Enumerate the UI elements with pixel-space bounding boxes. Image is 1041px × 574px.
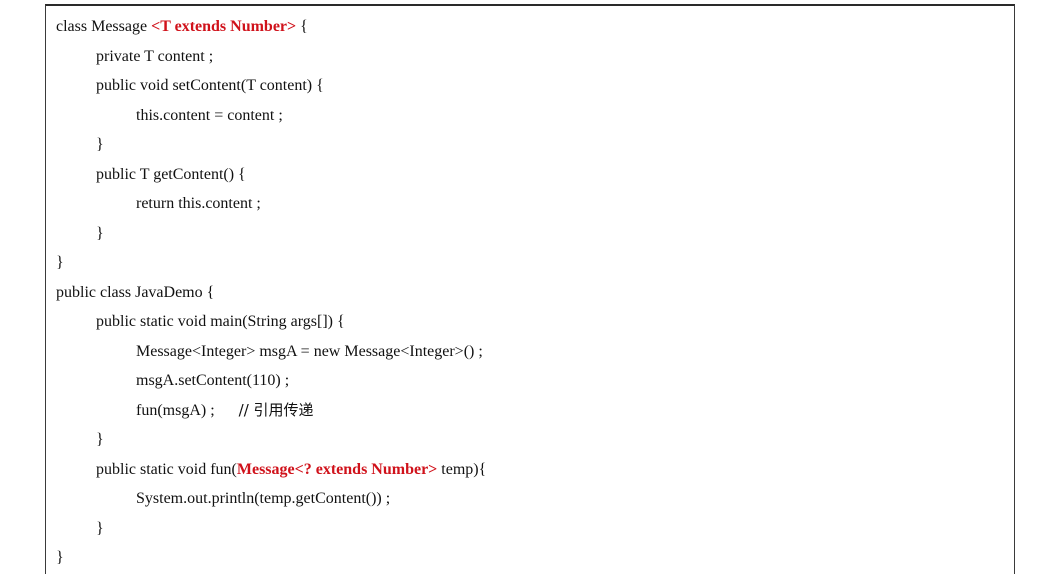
code-token: System.out.println(temp.getContent()) ;	[136, 490, 391, 507]
code-line: }	[56, 219, 486, 249]
code-line: class Message <T extends Number> {	[56, 12, 486, 42]
code-token: msgA.setContent(110) ;	[136, 372, 290, 389]
code-token: public T getContent() {	[96, 165, 246, 183]
code-token: }	[56, 254, 64, 271]
code-token: fun(msgA) ;	[136, 401, 239, 419]
code-line: msgA.setContent(110) ;	[56, 366, 486, 396]
code-token: public static void fun(	[96, 460, 237, 478]
code-line: }	[56, 425, 486, 455]
code-token: {	[296, 18, 308, 35]
code-line: private T content ;	[56, 42, 486, 72]
highlighted-code-token: Message<? extends Number>	[236, 460, 438, 478]
code-line: public T getContent() {	[56, 160, 486, 190]
code-line: public class JavaDemo {	[56, 278, 486, 308]
code-line: }	[56, 514, 486, 544]
code-line: this.content = content ;	[56, 101, 486, 131]
code-token: }	[96, 431, 104, 448]
code-token: Message<Integer> msgA = new Message<Inte…	[136, 342, 483, 360]
code-token: public static void main(String args[]) {	[96, 313, 345, 330]
code-token: }	[56, 549, 64, 566]
code-line: public static void main(String args[]) {	[56, 307, 486, 337]
code-listing-box: class Message <T extends Number> { privat…	[45, 4, 1015, 574]
code-token: return this.content ;	[136, 195, 261, 212]
code-line: }	[56, 543, 486, 573]
code-line: return this.content ;	[56, 189, 486, 219]
code-token: }	[96, 519, 104, 537]
code-comment: // 引用传递	[238, 400, 314, 419]
code-line: public void setContent(T content) {	[56, 71, 486, 101]
code-token: private T content ;	[96, 47, 214, 65]
code-token: public void setContent(T content) {	[96, 77, 324, 94]
code-line: }	[56, 248, 486, 278]
code-line: Message<Integer> msgA = new Message<Inte…	[56, 337, 486, 367]
highlighted-code-token: <T extends Number>	[151, 18, 297, 35]
code-token: this.content = content ;	[136, 106, 283, 124]
code-token: public class JavaDemo {	[56, 283, 215, 301]
code-lines: class Message <T extends Number> { privat…	[56, 12, 486, 573]
code-token: }	[96, 136, 104, 153]
code-token: class Message	[56, 18, 152, 35]
code-line: public static void fun(Message<? extends…	[56, 455, 486, 485]
code-token: temp){	[437, 460, 487, 478]
code-line: fun(msgA) ; // 引用传递	[56, 396, 486, 426]
code-line: }	[56, 130, 486, 160]
code-token: }	[96, 224, 104, 242]
code-line: System.out.println(temp.getContent()) ;	[56, 484, 486, 514]
